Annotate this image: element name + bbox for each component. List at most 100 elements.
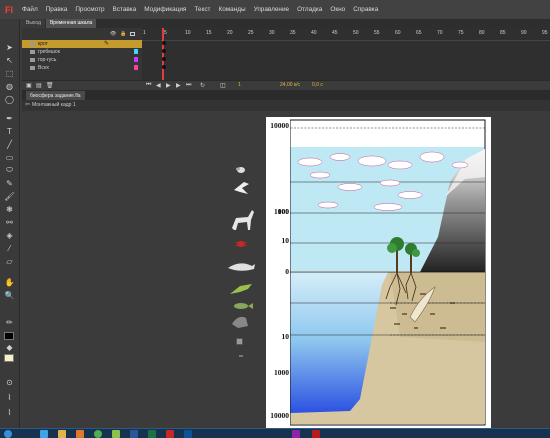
- task-icon[interactable]: [312, 430, 320, 438]
- frame-number: 50: [353, 30, 359, 36]
- altitude-label: 100: [277, 207, 289, 216]
- artboard[interactable]: 10000 1000 100 10 0 10 1000 10000: [266, 117, 491, 428]
- flash-icon[interactable]: [166, 430, 174, 438]
- pencil-tool-icon[interactable]: ✎: [3, 178, 16, 188]
- layer-row[interactable]: Всех: [22, 64, 142, 72]
- chrome-icon[interactable]: [94, 430, 102, 438]
- frame-grid[interactable]: 1 5 10 15 20 25 30 35 40 45 50 55 60 65 …: [142, 28, 550, 80]
- windows-taskbar: [0, 428, 550, 438]
- ie-icon[interactable]: [40, 430, 48, 438]
- delete-layer-icon[interactable]: 🗑: [46, 82, 54, 89]
- media-icon[interactable]: [76, 430, 84, 438]
- outline-icon[interactable]: [130, 32, 135, 36]
- layer-row[interactable]: крот ✎: [22, 40, 142, 48]
- rectangle-tool-icon[interactable]: ▭: [3, 152, 16, 162]
- new-layer-icon[interactable]: ▣: [26, 82, 32, 89]
- pen-tool-icon[interactable]: ✒: [3, 113, 16, 123]
- tab-timeline[interactable]: Временная шкала: [45, 19, 97, 28]
- fish-icon: [234, 303, 253, 309]
- menu-help[interactable]: Справка: [349, 6, 382, 13]
- last-frame-icon[interactable]: ⏭: [186, 82, 191, 89]
- layer-icon: [30, 42, 35, 46]
- start-icon[interactable]: [4, 430, 12, 438]
- straighten-option-icon[interactable]: ⌇: [3, 407, 16, 417]
- app-icon[interactable]: [112, 430, 120, 438]
- toolbox: ➤ ↖ ⬚ ◍ ◯ ✒ T ╱ ▭ ⬭ ✎ 🖌 ❃ ⚯ ◈ ⁄ ▱ ✋ 🔍 ✏ …: [0, 19, 20, 438]
- dolphin-icon: [228, 263, 255, 271]
- eyedropper-tool-icon[interactable]: ⁄: [3, 243, 16, 253]
- menu-view[interactable]: Просмотр: [71, 6, 108, 13]
- biosphere-diagram: [290, 119, 486, 426]
- brush-tool-icon[interactable]: 🖌: [3, 191, 16, 201]
- paint-bucket-tool-icon[interactable]: ◈: [3, 230, 16, 240]
- stroke-color-swatch[interactable]: [4, 332, 14, 340]
- subselection-tool-icon[interactable]: ↖: [3, 55, 16, 65]
- layer-icon: [30, 66, 35, 70]
- zoom-tool-icon[interactable]: 🔍: [3, 290, 16, 300]
- selection-tool-icon[interactable]: ➤: [3, 42, 16, 52]
- lock-icon[interactable]: 🔒: [120, 31, 126, 37]
- time-readout[interactable]: 0,0 с: [312, 82, 323, 88]
- deco-tool-icon[interactable]: ❃: [3, 204, 16, 214]
- eraser-tool-icon[interactable]: ▱: [3, 256, 16, 266]
- smooth-option-icon[interactable]: ⌇: [3, 392, 16, 402]
- snap-magnet-icon[interactable]: ⊙: [3, 377, 16, 387]
- word-icon[interactable]: [130, 430, 138, 438]
- depth-label: 10: [281, 332, 290, 341]
- tab-output[interactable]: Выход: [22, 19, 45, 28]
- stroke-color-icon[interactable]: ✏: [3, 317, 16, 327]
- prev-frame-icon[interactable]: ◀: [156, 82, 161, 89]
- photoshop-icon[interactable]: [184, 430, 192, 438]
- menu-control[interactable]: Управление: [250, 6, 294, 13]
- menu-window[interactable]: Окно: [326, 6, 349, 13]
- paint-icon[interactable]: [292, 430, 300, 438]
- worm-icon: [236, 338, 243, 345]
- fill-color-swatch[interactable]: [4, 354, 14, 362]
- frame-number: 15: [206, 30, 212, 36]
- frame-number: 85: [500, 30, 506, 36]
- frame-number: 35: [290, 30, 296, 36]
- document-tab[interactable]: биосфера задание.fla: [26, 91, 85, 100]
- play-icon[interactable]: ▶: [166, 82, 171, 89]
- eye-icon[interactable]: 👁: [110, 31, 116, 37]
- menu-edit[interactable]: Правка: [42, 6, 72, 13]
- line-tool-icon[interactable]: ╱: [3, 139, 16, 149]
- oval-tool-icon[interactable]: ⬭: [3, 165, 16, 175]
- layer-row[interactable]: гор-гусь: [22, 56, 142, 64]
- text-tool-icon[interactable]: T: [3, 126, 16, 136]
- menu-file[interactable]: Файл: [18, 6, 42, 13]
- new-folder-icon[interactable]: ▤: [36, 82, 42, 89]
- first-frame-icon[interactable]: ⏮: [146, 82, 151, 89]
- hand-tool-icon[interactable]: ✋: [3, 277, 16, 287]
- next-frame-icon[interactable]: ▶: [176, 82, 181, 89]
- frame-number: 45: [332, 30, 338, 36]
- back-arrow-icon[interactable]: ⇦: [25, 101, 30, 108]
- layer-name: крот: [38, 41, 48, 47]
- menu-modify[interactable]: Модификация: [140, 6, 190, 13]
- beetle-icon: [234, 241, 248, 247]
- layer-name: гребешок: [38, 49, 60, 55]
- menu-insert[interactable]: Вставка: [109, 6, 141, 13]
- transform-tool-icon[interactable]: ⬚: [3, 68, 16, 78]
- layer-row[interactable]: гребешок: [22, 48, 142, 56]
- fill-color-icon[interactable]: ◆: [3, 342, 16, 352]
- bone-tool-icon[interactable]: ⚯: [3, 217, 16, 227]
- altitude-label: 10000: [270, 121, 289, 130]
- current-frame[interactable]: 1: [238, 82, 241, 88]
- menu-debug[interactable]: Отладка: [293, 6, 326, 13]
- playhead[interactable]: [162, 28, 164, 80]
- scene-name[interactable]: Монтажный кадр 1: [32, 102, 76, 108]
- layer-name: гор-гусь: [38, 57, 57, 63]
- fps-readout[interactable]: 24,00 к/с: [280, 82, 300, 88]
- keyframe-marker: [162, 57, 166, 61]
- 3d-rotation-tool-icon[interactable]: ◍: [3, 81, 16, 91]
- onion-skin-icon[interactable]: ◫: [220, 82, 226, 89]
- menu-text[interactable]: Текст: [190, 6, 214, 13]
- layer-name: Всех: [38, 65, 50, 71]
- lasso-tool-icon[interactable]: ◯: [3, 94, 16, 104]
- excel-icon[interactable]: [148, 430, 156, 438]
- loop-icon[interactable]: ↻: [200, 82, 205, 89]
- menu-commands[interactable]: Команды: [214, 6, 249, 13]
- explorer-icon[interactable]: [58, 430, 66, 438]
- frame-number: 1: [143, 30, 146, 36]
